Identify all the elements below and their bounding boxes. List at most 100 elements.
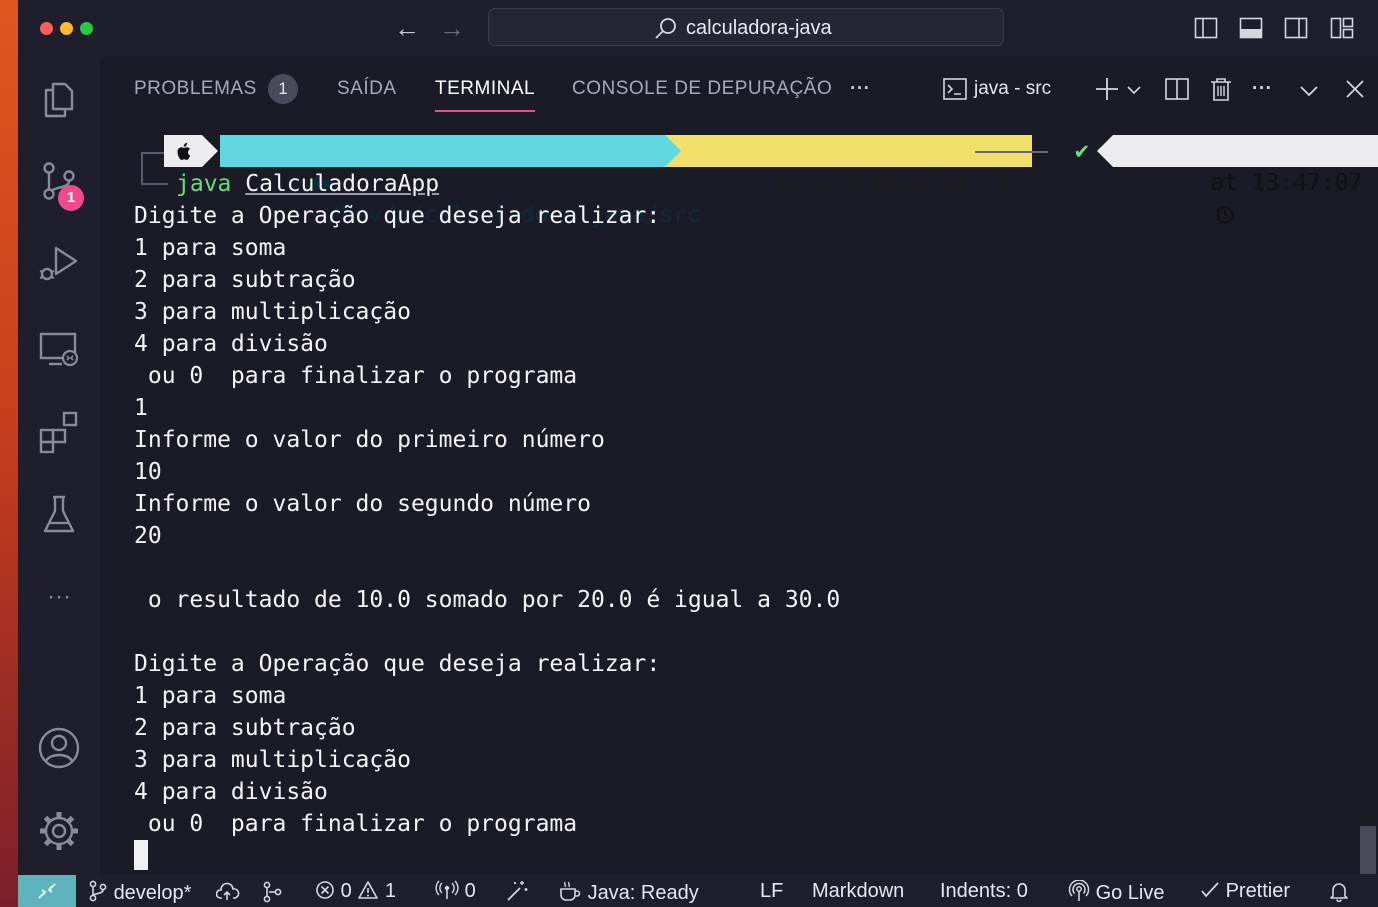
- tab-debug-console[interactable]: CONSOLE DE DEPURAÇÃO: [572, 78, 832, 100]
- title-bar: ← → calculadora-java: [18, 0, 1378, 58]
- terminal-line: ou 0 para finalizar o programa: [134, 363, 578, 389]
- toggle-secondary-sidebar-icon[interactable]: [1284, 16, 1308, 40]
- panel-header: PROBLEMAS 1 SAÍDA TERMINAL CONSOLE DE DE…: [100, 58, 1378, 120]
- terminal-line: 1 para soma: [134, 235, 287, 261]
- maximize-window-button[interactable]: [80, 22, 93, 35]
- explorer-icon[interactable]: [36, 76, 82, 122]
- terminal-line: Informe o valor do segundo número: [134, 491, 591, 517]
- terminal-line: ou 0 para finalizar o programa: [134, 811, 578, 837]
- split-terminal-icon[interactable]: [1164, 76, 1190, 102]
- prompt-arrow-2: [665, 135, 685, 167]
- prompt-time-segment: at 13:47:07: [1113, 135, 1378, 224]
- terminal-line: 2 para subtração: [134, 715, 356, 741]
- error-circle-icon: [316, 881, 334, 899]
- customize-layout-icon[interactable]: [1330, 16, 1354, 40]
- toggle-panel-icon[interactable]: [1239, 16, 1263, 40]
- sync-cloud-icon[interactable]: [216, 882, 240, 902]
- maximize-panel-chevron-icon[interactable]: [1298, 80, 1320, 102]
- terminal-line: Digite a Operação que deseja realizar:: [134, 203, 661, 229]
- terminal-line: 3 para multiplicação: [134, 747, 411, 773]
- minimize-window-button[interactable]: [60, 22, 73, 35]
- terminal-scrollbar-thumb[interactable]: [1360, 826, 1376, 874]
- search-text: calculadora-java: [686, 17, 832, 39]
- apple-logo-icon: [177, 142, 191, 160]
- close-panel-icon[interactable]: [1344, 78, 1366, 100]
- run-and-debug-icon[interactable]: [36, 241, 82, 287]
- terminal-line: 1: [134, 395, 148, 421]
- error-count: 0: [340, 880, 352, 902]
- indentation-indicator[interactable]: Indents: 0: [940, 880, 1028, 902]
- command-line: java CalculadoraApp: [176, 168, 439, 200]
- prettier-button[interactable]: Prettier: [1200, 880, 1290, 902]
- remote-icon: [38, 883, 56, 899]
- ports-indicator[interactable]: 0: [435, 880, 476, 902]
- broadcast-icon: [435, 880, 459, 899]
- notifications-bell-icon[interactable]: [1328, 880, 1350, 902]
- command-argument: CalculadoraApp: [245, 171, 440, 197]
- branch-indicator[interactable]: develop*: [88, 880, 191, 904]
- check-double-icon: [1201, 882, 1219, 898]
- git-branch-icon: [89, 880, 107, 902]
- eol-indicator[interactable]: LF: [760, 880, 783, 902]
- magic-wand-icon[interactable]: [505, 880, 529, 902]
- prompt-success-check: ✔: [1075, 138, 1089, 164]
- status-bar: develop* 0 1 0 Java: Ready LF Markdown I…: [18, 875, 1378, 907]
- prompt-arrow-3: [955, 135, 971, 167]
- prettier-label: Prettier: [1225, 880, 1291, 902]
- terminal-icon: [943, 78, 967, 100]
- terminal-line: Digite a Operação que deseja realizar:: [134, 651, 661, 677]
- terminal-line: Informe o valor do primeiro número: [134, 427, 605, 453]
- kill-terminal-trash-icon[interactable]: [1208, 76, 1234, 102]
- testing-flask-icon[interactable]: [36, 491, 82, 537]
- more-tabs-button[interactable]: ···: [850, 78, 870, 100]
- accounts-icon[interactable]: [36, 725, 82, 771]
- forward-arrow-icon[interactable]: →: [439, 14, 465, 42]
- prompt-path-segment: ~/Dev/p/calculadora-java/src: [220, 135, 715, 228]
- activity-bar: 1 ···: [18, 58, 100, 875]
- terminal-output[interactable]: ~/Dev/p/calculadora-java/src on git deve…: [100, 120, 1378, 875]
- go-live-button[interactable]: Go Live: [1068, 879, 1165, 904]
- vscode-window: ← → calculadora-java 1 ··· PROBLEMAS 1 S…: [18, 0, 1378, 907]
- problems-count-badge: 1: [268, 74, 298, 104]
- toggle-primary-sidebar-icon[interactable]: [1194, 16, 1218, 40]
- remote-indicator[interactable]: [18, 875, 76, 907]
- terminal-line: 4 para divisão: [134, 779, 328, 805]
- terminal-instance-name[interactable]: java - src: [974, 78, 1051, 100]
- close-window-button[interactable]: [40, 22, 53, 35]
- prompt-os-segment: [164, 135, 202, 167]
- command-program: java: [176, 171, 232, 197]
- terminal-line: 1 para soma: [134, 683, 287, 709]
- remote-explorer-icon[interactable]: [36, 325, 82, 371]
- java-status: Java: Ready: [587, 882, 699, 904]
- prompt-git-status: on git develop !1: [776, 170, 1012, 196]
- command-center-search[interactable]: calculadora-java: [488, 8, 1004, 46]
- tab-problems[interactable]: PROBLEMAS: [134, 78, 257, 100]
- launch-profile-chevron-down-icon[interactable]: [1126, 82, 1142, 98]
- more-views-icon[interactable]: ···: [36, 574, 82, 620]
- tab-terminal[interactable]: TERMINAL: [435, 78, 536, 112]
- coffee-cup-icon: [560, 881, 581, 901]
- problems-indicator[interactable]: 0 1: [315, 880, 396, 902]
- broadcast-tower-icon: [1068, 879, 1090, 901]
- manage-gear-icon[interactable]: [36, 808, 82, 854]
- terminal-line: 10: [134, 459, 162, 485]
- warning-triangle-icon: [358, 881, 379, 899]
- git-graph-icon[interactable]: [262, 881, 284, 903]
- java-status-indicator[interactable]: Java: Ready: [558, 880, 699, 904]
- terminal-line: 2 para subtração: [134, 267, 356, 293]
- warning-count: 1: [384, 880, 396, 902]
- prompt-arrow-4: [1097, 135, 1113, 167]
- extensions-icon[interactable]: [36, 408, 82, 454]
- source-control-badge: 1: [58, 185, 84, 211]
- terminal-line: 20: [134, 523, 162, 549]
- terminal-line: 3 para multiplicação: [134, 299, 411, 325]
- language-mode-indicator[interactable]: Markdown: [812, 880, 904, 902]
- clock-icon: [1216, 206, 1234, 224]
- back-arrow-icon[interactable]: ←: [394, 14, 420, 42]
- ports-count: 0: [464, 880, 476, 902]
- new-terminal-plus-icon[interactable]: [1094, 76, 1120, 102]
- tab-output[interactable]: SAÍDA: [337, 78, 397, 100]
- prompt-time: at 13:47:07: [1210, 170, 1363, 196]
- go-live-label: Go Live: [1095, 882, 1165, 904]
- terminal-more-actions-button[interactable]: ···: [1252, 78, 1272, 100]
